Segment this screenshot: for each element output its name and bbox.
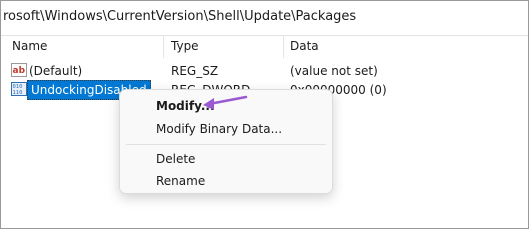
annotation-arrow-icon [203,95,248,110]
